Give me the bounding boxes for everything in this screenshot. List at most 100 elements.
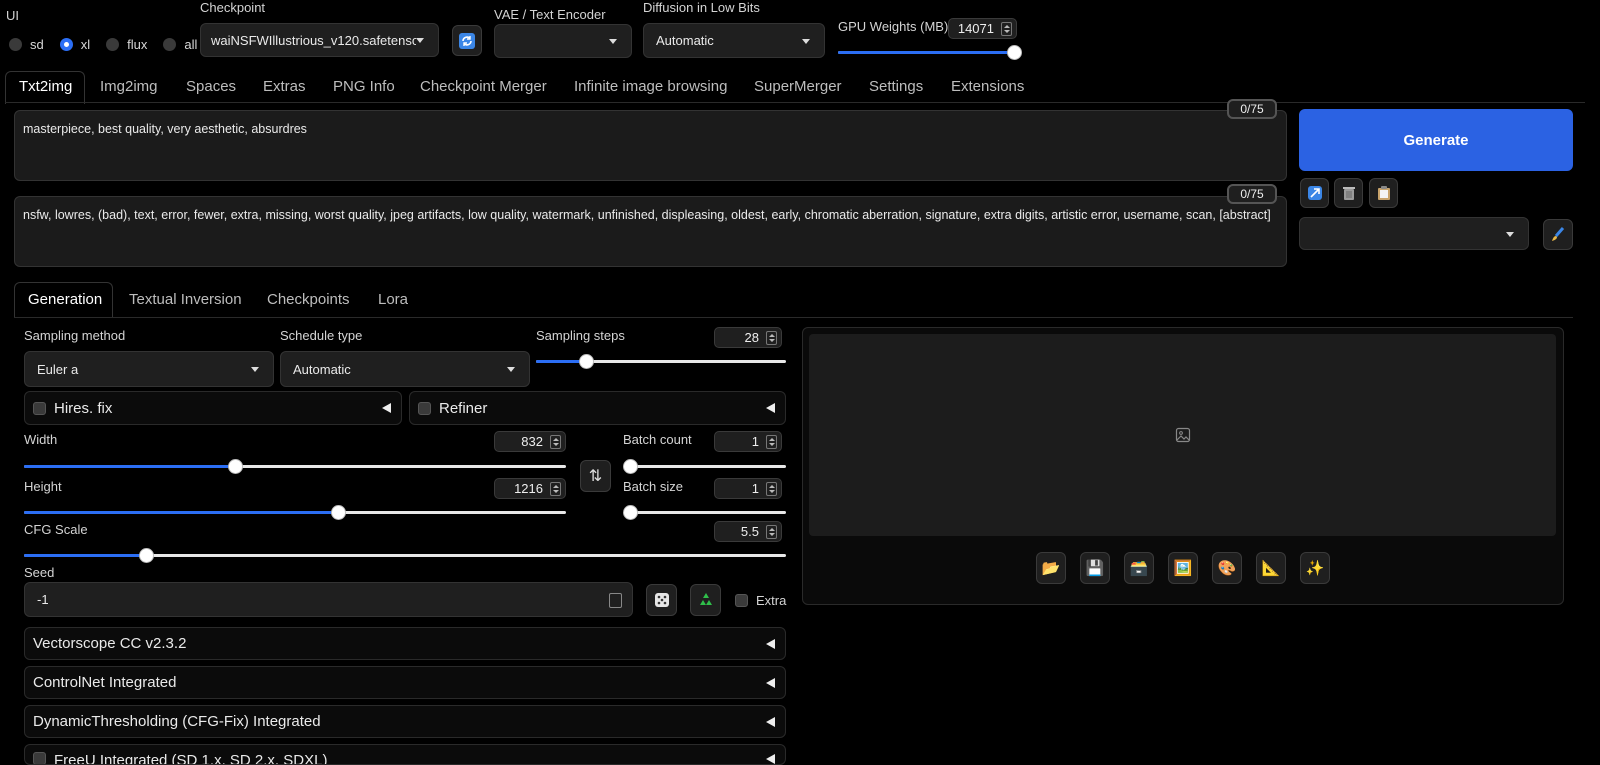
cfg-scale-label: CFG Scale bbox=[24, 522, 88, 537]
slider-thumb[interactable] bbox=[228, 459, 244, 474]
chevron-down-icon bbox=[507, 367, 515, 372]
read-params-button[interactable] bbox=[1300, 178, 1329, 208]
refresh-checkpoint-button[interactable] bbox=[452, 25, 482, 56]
zip-button[interactable]: 🗃️ bbox=[1124, 552, 1154, 584]
hires-fix-accordion[interactable]: Hires. fix bbox=[24, 391, 402, 425]
arrow-icon bbox=[1307, 186, 1322, 200]
slider-thumb[interactable] bbox=[623, 505, 638, 520]
collapse-arrow-icon bbox=[382, 403, 391, 413]
archive-icon: 🗃️ bbox=[1129, 560, 1149, 577]
slider-thumb[interactable] bbox=[1006, 45, 1022, 60]
tab-lora[interactable]: Lora bbox=[378, 291, 408, 308]
freeu-accordion[interactable]: FreeU Integrated (SD 1.x, SD 2.x, SDXL) bbox=[24, 744, 786, 765]
chevron-down-icon bbox=[251, 367, 259, 372]
send-to-inpaint-button[interactable]: 🎨 bbox=[1212, 552, 1242, 584]
tab-supermerger[interactable]: SuperMerger bbox=[754, 78, 842, 95]
tab-extras[interactable]: Extras bbox=[263, 78, 306, 95]
hires-fix-checkbox[interactable] bbox=[33, 401, 46, 415]
positive-token-counter: 0/75 bbox=[1227, 99, 1277, 119]
width-slider[interactable] bbox=[24, 459, 566, 474]
send-to-img2img-button[interactable]: 🖼️ bbox=[1168, 552, 1198, 584]
spinner-icon bbox=[550, 482, 561, 496]
slider-thumb[interactable] bbox=[579, 354, 594, 369]
save-button[interactable]: 💾 bbox=[1080, 552, 1110, 584]
tab-infinite-image-browsing[interactable]: Infinite image browsing bbox=[574, 78, 727, 95]
trash-icon bbox=[1342, 187, 1355, 200]
batch-count-label: Batch count bbox=[623, 432, 692, 447]
gpu-weights-slider[interactable] bbox=[838, 45, 1022, 60]
clipboard-icon bbox=[1377, 186, 1390, 200]
diffusion-dropdown[interactable]: Automatic bbox=[643, 23, 825, 58]
batch-size-slider[interactable] bbox=[623, 505, 786, 520]
seed-extra-toggle[interactable]: Extra bbox=[735, 593, 786, 608]
negative-prompt-textarea[interactable]: nsfw, lowres, (bad), text, error, fewer,… bbox=[14, 196, 1287, 267]
random-seed-button[interactable] bbox=[646, 584, 677, 616]
spinner-icon bbox=[766, 435, 777, 449]
sampling-steps-slider[interactable] bbox=[536, 354, 786, 369]
sampling-method-dropdown[interactable]: Euler a bbox=[24, 351, 274, 387]
positive-prompt-textarea[interactable]: masterpiece, best quality, very aestheti… bbox=[14, 110, 1287, 181]
dice-icon bbox=[654, 593, 669, 607]
checkpoint-label: Checkpoint bbox=[200, 0, 266, 15]
gpu-weights-input[interactable]: 14071 bbox=[948, 18, 1017, 39]
freeu-checkbox[interactable] bbox=[33, 752, 46, 764]
sampling-steps-input[interactable]: 28 bbox=[714, 327, 782, 348]
height-input[interactable]: 1216 bbox=[494, 478, 566, 499]
open-folder-button[interactable]: 📂 bbox=[1036, 552, 1066, 584]
controlnet-accordion[interactable]: ControlNet Integrated bbox=[24, 666, 786, 699]
batch-count-input[interactable]: 1 bbox=[714, 431, 782, 452]
image-placeholder-icon bbox=[1175, 427, 1190, 443]
reuse-seed-button[interactable] bbox=[690, 584, 721, 616]
schedule-type-dropdown[interactable]: Automatic bbox=[280, 351, 530, 387]
tab-checkpoints[interactable]: Checkpoints bbox=[267, 291, 350, 308]
ui-radio-xl[interactable]: xl bbox=[59, 37, 90, 52]
tab-settings[interactable]: Settings bbox=[869, 78, 923, 95]
apply-style-button[interactable] bbox=[1369, 178, 1398, 208]
refiner-accordion[interactable]: Refiner bbox=[409, 391, 786, 425]
refiner-checkbox[interactable] bbox=[418, 401, 431, 415]
upscale-button[interactable]: ✨ bbox=[1300, 552, 1330, 584]
styles-dropdown[interactable] bbox=[1299, 217, 1529, 250]
cfg-scale-input[interactable]: 5.5 bbox=[714, 521, 782, 542]
ui-radio-sd[interactable]: sd bbox=[9, 37, 44, 52]
chevron-down-icon bbox=[416, 38, 424, 43]
tab-txt2img[interactable]: Txt2img bbox=[19, 78, 72, 95]
tab-img2img[interactable]: Img2img bbox=[100, 78, 158, 95]
dynamic-thresholding-accordion[interactable]: DynamicThresholding (CFG-Fix) Integrated bbox=[24, 705, 786, 738]
tab-spaces[interactable]: Spaces bbox=[186, 78, 236, 95]
subtab-divider bbox=[14, 317, 1573, 318]
send-to-extras-button[interactable]: 📐 bbox=[1256, 552, 1286, 584]
edit-styles-button[interactable] bbox=[1543, 219, 1573, 250]
chevron-down-icon bbox=[609, 39, 617, 44]
generate-button[interactable]: Generate bbox=[1299, 109, 1573, 171]
clear-prompt-button[interactable] bbox=[1334, 178, 1363, 208]
checkpoint-dropdown[interactable]: waiNSFWIllustrious_v120.safetensor bbox=[200, 23, 439, 57]
slider-thumb[interactable] bbox=[138, 548, 154, 563]
vae-dropdown[interactable] bbox=[494, 24, 632, 58]
tab-generation[interactable]: Generation bbox=[28, 291, 102, 308]
batch-count-slider[interactable] bbox=[623, 459, 786, 474]
spinner-icon bbox=[766, 525, 777, 539]
slider-thumb[interactable] bbox=[623, 459, 638, 474]
vectorscope-accordion[interactable]: Vectorscope CC v2.3.2 bbox=[24, 627, 786, 660]
tab-checkpoint-merger[interactable]: Checkpoint Merger bbox=[420, 78, 547, 95]
height-label: Height bbox=[24, 479, 62, 494]
width-label: Width bbox=[24, 432, 58, 447]
seed-input[interactable]: -1 bbox=[24, 582, 633, 617]
ui-radio-all[interactable]: all bbox=[163, 37, 197, 52]
seed-extra-checkbox[interactable] bbox=[735, 594, 748, 607]
chevron-down-icon bbox=[1506, 231, 1514, 237]
tab-textual-inversion[interactable]: Textual Inversion bbox=[129, 291, 242, 308]
width-input[interactable]: 832 bbox=[494, 431, 566, 452]
ruler-icon: 📐 bbox=[1261, 560, 1281, 577]
picture-icon: 🖼️ bbox=[1173, 560, 1193, 577]
ui-radio-flux[interactable]: flux bbox=[106, 37, 147, 52]
cfg-scale-slider[interactable] bbox=[24, 548, 786, 563]
slider-thumb[interactable] bbox=[331, 505, 347, 520]
refresh-icon bbox=[459, 32, 475, 49]
tab-extensions[interactable]: Extensions bbox=[951, 78, 1024, 95]
swap-dimensions-button[interactable]: ⇅ bbox=[580, 460, 611, 492]
tab-png-info[interactable]: PNG Info bbox=[333, 78, 395, 95]
batch-size-input[interactable]: 1 bbox=[714, 478, 782, 499]
height-slider[interactable] bbox=[24, 505, 566, 520]
